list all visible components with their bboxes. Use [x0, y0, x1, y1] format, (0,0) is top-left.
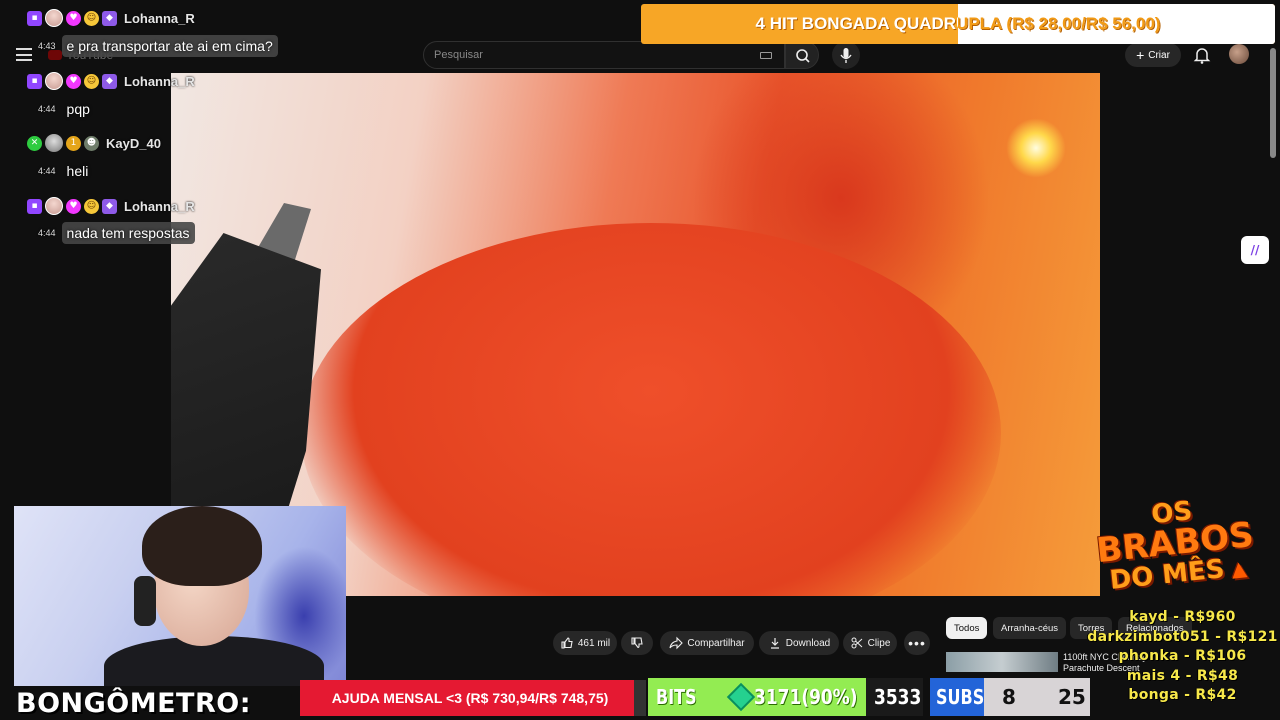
chat-text: heli [66, 163, 89, 179]
chat-user-line: ▪ ♥ ☺ ◆ Lohanna_R [27, 9, 195, 27]
share-icon [669, 636, 684, 650]
clip-label: Clipe [867, 637, 891, 649]
search-box [423, 41, 785, 69]
subs-goal: 25 [1058, 685, 1086, 709]
sun [1006, 118, 1066, 178]
chip-todos[interactable]: Todos [946, 617, 988, 639]
leaderboard-entry: kayd - R$960 [1129, 609, 1236, 625]
smiling-face-icon: ☺ [84, 10, 99, 26]
search-input[interactable] [424, 42, 744, 68]
chat-message: 4:44 nada tem respostas [38, 222, 195, 244]
one-badge-icon: 1 [66, 135, 81, 151]
avatar-badge [45, 197, 63, 215]
thumbs-up-icon [561, 637, 573, 649]
diamond-icon: ◆ [102, 198, 117, 214]
bits-label: BITS [656, 685, 697, 709]
hit-bongada-goal-bar: 4 HIT BONGADA QUADRUPLA (R$ 28,00/R$ 56,… [641, 4, 1275, 44]
microphone-icon [840, 48, 852, 63]
recommended-video-thumbnail[interactable] [946, 652, 1058, 672]
thumbs-down-icon [631, 637, 643, 649]
create-button[interactable]: + Criar [1125, 43, 1181, 67]
zombie-icon: ☻ [84, 135, 99, 151]
page-scrollbar[interactable] [1270, 48, 1276, 158]
bell-icon [1193, 48, 1211, 64]
chat-timestamp: 4:44 [38, 166, 56, 176]
chat-timestamp: 4:44 [38, 228, 56, 238]
bits-goal-bar: BITS 3171(90%) 3533 [648, 678, 923, 716]
avatar-badge [45, 72, 63, 90]
account-avatar[interactable] [1229, 44, 1249, 64]
leaderboard-entry: phonka - R$106 [1118, 648, 1247, 664]
download-icon [770, 638, 779, 649]
diamond-icon: ◆ [102, 73, 117, 89]
fire-icon: ▲ [1223, 555, 1248, 582]
clip-button[interactable]: Clipe [843, 631, 897, 655]
chat-text: pqp [66, 101, 90, 117]
chat-text: nada tem respostas [61, 222, 195, 244]
like-button[interactable]: 461 mil [553, 631, 617, 655]
brabos-leaderboard: kayd - R$960 darkzimbot051 - R$121 phonk… [1085, 608, 1280, 706]
smiling-face-icon: ☺ [84, 198, 99, 214]
scissors-icon [851, 637, 862, 649]
more-icon: ••• [908, 635, 926, 651]
heart-gem-icon: ♥ [66, 198, 81, 214]
subs-label: SUBS [936, 685, 985, 709]
streamer-webcam [14, 506, 346, 686]
leaderboard-entry: darkzimbot051 - R$121 [1087, 628, 1278, 645]
avatar-badge [45, 134, 63, 152]
search-icon [796, 49, 810, 63]
chat-timestamp: 4:44 [38, 104, 56, 114]
x-badge-icon: ✕ [27, 135, 42, 151]
chat-username: KayD_40 [106, 135, 161, 151]
chat-text: e pra transportar ate ai em cima? [61, 35, 278, 57]
create-label: Criar [1148, 49, 1170, 61]
avatar-badge [45, 9, 63, 27]
like-count: 461 mil [577, 637, 611, 649]
share-label: Compartilhar [687, 637, 745, 649]
smiling-face-icon: ☺ [84, 73, 99, 89]
brabos-do-mes-logo: OS BRABOS DO MÊS ▲ [1094, 496, 1256, 596]
chat-username: Lohanna_R [124, 198, 195, 214]
chat-user-line: ▪ ♥ ☺ ◆ Lohanna_R [27, 197, 195, 215]
subs-current: 8 [1002, 685, 1016, 709]
chat-username: Lohanna_R [124, 10, 195, 26]
search-button[interactable] [785, 41, 819, 69]
heart-gem-icon: ♥ [66, 73, 81, 89]
headset-icon [134, 576, 156, 626]
bongometro-counter: BONGÔMETRO: 04 [0, 686, 296, 720]
more-actions-button[interactable]: ••• [904, 631, 930, 655]
diamond-icon: ◆ [102, 10, 117, 26]
heart-gem-icon: ♥ [66, 10, 81, 26]
keyboard-icon[interactable] [760, 52, 772, 59]
chip-arranha-ceus[interactable]: Arranha-céus [993, 617, 1067, 639]
twitch-icon: ▪ [27, 73, 42, 89]
chat-user-line: ✕ 1 ☻ KayD_40 [27, 134, 161, 152]
download-button[interactable]: Download [759, 631, 839, 655]
side-extension-icon[interactable]: // [1241, 236, 1269, 264]
voice-search-button[interactable] [832, 41, 860, 69]
download-label: Download [785, 637, 831, 649]
chat-username: Lohanna_R [124, 73, 195, 89]
bits-value: 3171(90%) [754, 685, 858, 709]
streamer-hair [142, 506, 262, 586]
menu-icon[interactable] [16, 48, 32, 61]
notifications-button[interactable] [1190, 43, 1214, 67]
twitch-icon: ▪ [27, 10, 42, 26]
monthly-help-goal: AJUDA MENSAL <3 (R$ 730,94/R$ 748,75) [300, 680, 640, 716]
leaderboard-entry: mais 4 - R$48 [1126, 667, 1239, 684]
subs-label-box: SUBS [930, 678, 984, 716]
leaderboard-entry: bonga - R$42 [1128, 687, 1237, 703]
share-button[interactable]: Compartilhar [660, 631, 754, 655]
plus-icon: + [1136, 47, 1145, 63]
chat-message: 4:43 e pra transportar ate ai em cima? [38, 35, 278, 57]
chat-message: 4:44 heli [38, 160, 93, 182]
chat-message: 4:44 pqp [38, 98, 95, 120]
chat-timestamp: 4:43 [38, 41, 56, 51]
twitch-icon: ▪ [27, 198, 42, 214]
subs-goal-bar: SUBS 8 25 [930, 678, 1090, 716]
chat-user-line: ▪ ♥ ☺ ◆ Lohanna_R [27, 72, 195, 90]
dislike-button[interactable] [621, 631, 653, 655]
bits-goal-value: 3533 [874, 685, 922, 709]
